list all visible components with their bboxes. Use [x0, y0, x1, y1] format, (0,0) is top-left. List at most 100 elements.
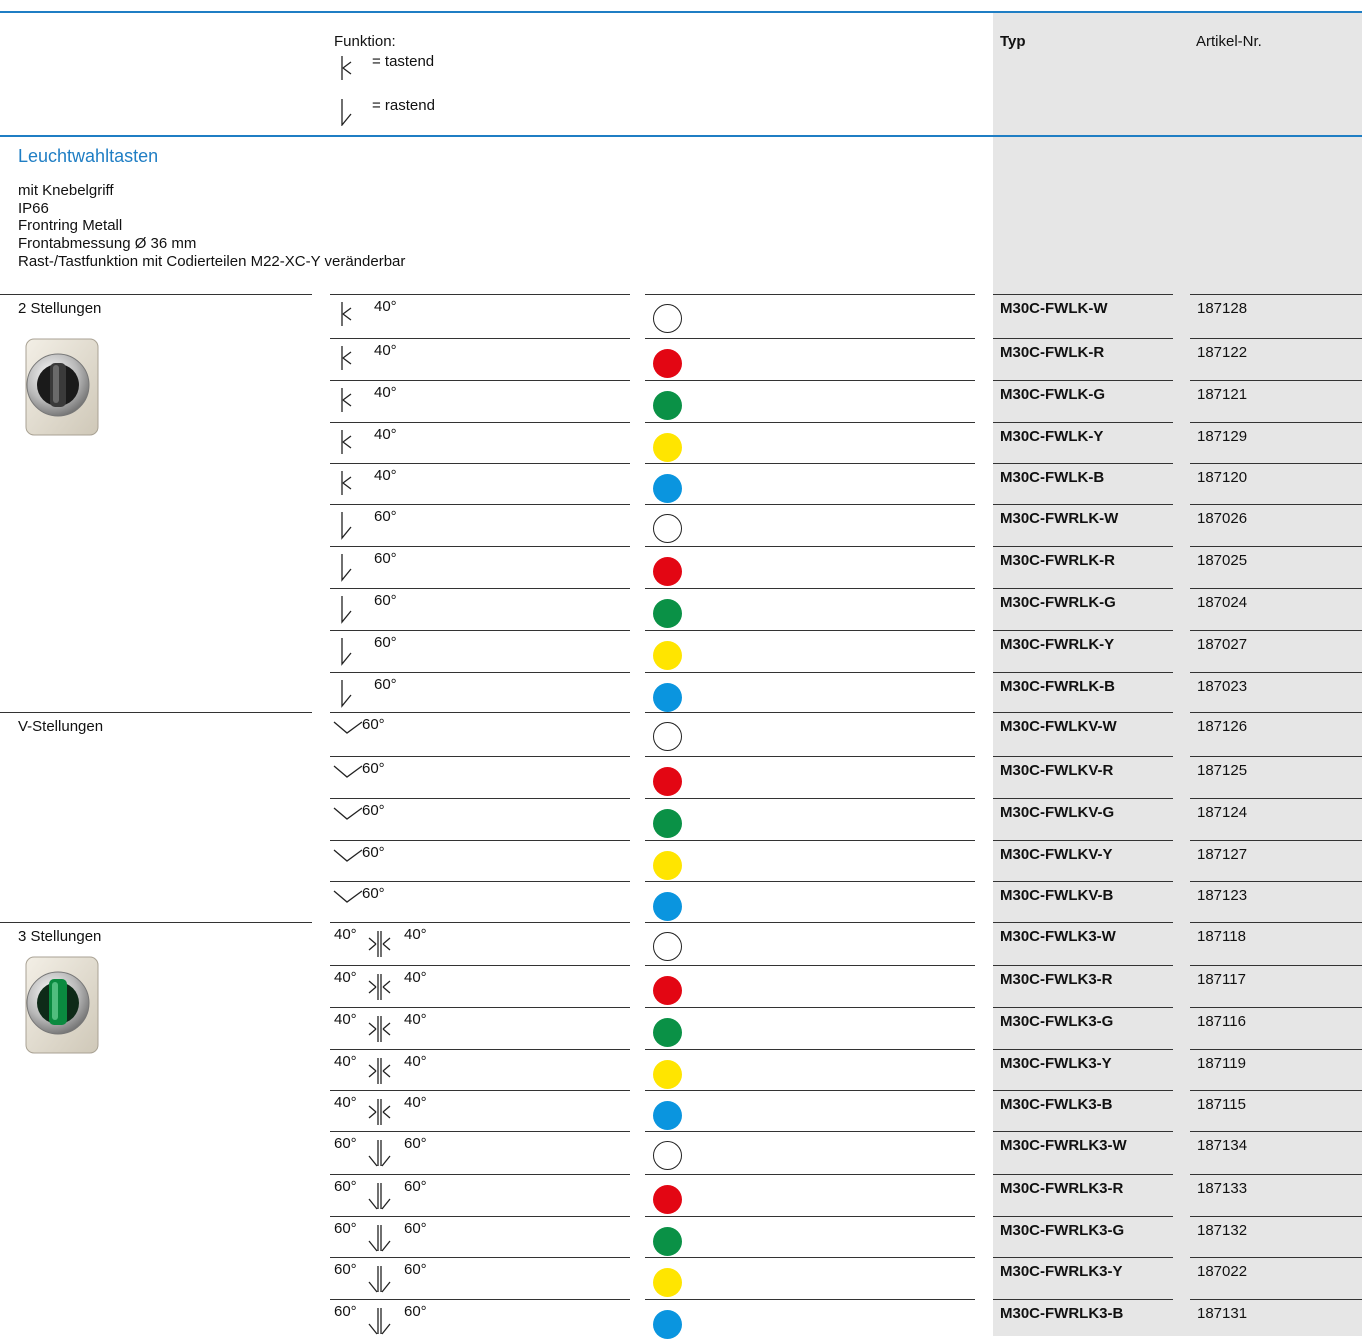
tast3-function-icon [368, 1058, 391, 1084]
artikel-cell: 187128 [1197, 300, 1248, 317]
artikel-cell: 187120 [1197, 469, 1248, 486]
yellow-indicator-dot [653, 851, 682, 880]
row-divider [993, 338, 1173, 339]
row-divider [1190, 712, 1362, 713]
row-divider [330, 422, 630, 423]
row-divider [993, 422, 1173, 423]
artikel-cell: 187133 [1197, 1180, 1248, 1197]
table-row: 60° M30C-FWLKV-G 187124 [0, 798, 1362, 838]
red-indicator-dot [653, 976, 682, 1005]
tastend-legend-icon [341, 56, 352, 80]
typ-cell: M30C-FWRLK-W [1000, 510, 1119, 527]
row-divider [645, 922, 975, 923]
row-divider [330, 798, 630, 799]
detail-line: mit Knebelgriff [18, 182, 114, 199]
row-divider [993, 463, 1173, 464]
artikel-cell: 187026 [1197, 510, 1248, 527]
typ-cell: M30C-FWLKV-R [1000, 762, 1114, 779]
table-row: 40° 40° M30C-FWLK3-R 187117 [0, 965, 1362, 1005]
row-divider [330, 756, 630, 757]
row-divider [330, 338, 630, 339]
row-divider [993, 1216, 1173, 1217]
table-row: 60° 60° M30C-FWRLK3-Y 187022 [0, 1257, 1362, 1297]
typ-cell: M30C-FWLK3-W [1000, 928, 1116, 945]
blue-indicator-dot [653, 474, 682, 503]
detail-line: Rast-/Tastfunktion mit Codierteilen M22-… [18, 253, 406, 270]
row-divider [645, 965, 975, 966]
typ-cell: M30C-FWLKV-B [1000, 887, 1114, 904]
row-divider [645, 504, 975, 505]
row-divider [993, 798, 1173, 799]
table-row: 60° 60° M30C-FWRLK3-W 187134 [0, 1131, 1362, 1171]
row-divider [993, 712, 1173, 713]
angle-label: 40° [374, 467, 397, 484]
angle-label: 60° [362, 802, 385, 819]
angle-label-right: 60° [404, 1178, 427, 1195]
row-divider [993, 1299, 1173, 1300]
yellow-indicator-dot [653, 1060, 682, 1089]
row-divider [330, 1174, 630, 1175]
typ-cell: M30C-FWLKV-Y [1000, 846, 1113, 863]
row-divider [645, 294, 975, 295]
rast3-function-icon [368, 1308, 391, 1335]
row-divider [330, 922, 630, 923]
artikel-cell: 187125 [1197, 762, 1248, 779]
artikel-cell: 187116 [1197, 1013, 1246, 1030]
angle-label-right: 60° [404, 1261, 427, 1278]
angle-label-left: 40° [334, 926, 357, 943]
row-divider [645, 840, 975, 841]
row-divider [1190, 756, 1362, 757]
typ-cell: M30C-FWRLK-G [1000, 594, 1116, 611]
row-divider [993, 1174, 1173, 1175]
row-divider [645, 881, 975, 882]
header-rule [0, 135, 1362, 137]
table-row: 60° M30C-FWLKV-R 187125 [0, 756, 1362, 796]
tast3-function-icon [368, 974, 391, 1000]
v-function-icon [333, 765, 363, 778]
blue-indicator-dot [653, 892, 682, 921]
rast3-function-icon [368, 1140, 391, 1167]
row-divider [1190, 422, 1362, 423]
row-divider [645, 546, 975, 547]
artikel-cell: 187025 [1197, 552, 1248, 569]
row-divider [993, 588, 1173, 589]
row-divider [1190, 380, 1362, 381]
typ-cell: M30C-FWLK-B [1000, 469, 1105, 486]
typ-cell: M30C-FWLK3-B [1000, 1096, 1113, 1113]
row-divider [1190, 588, 1362, 589]
rastend-label: = rastend [372, 97, 435, 114]
artikel-cell: 187127 [1197, 846, 1248, 863]
angle-label: 60° [374, 550, 397, 567]
artikel-cell: 187129 [1197, 428, 1248, 445]
row-divider [330, 1131, 630, 1132]
angle-label-left: 40° [334, 969, 357, 986]
row-divider [1190, 881, 1362, 882]
row-divider [330, 588, 630, 589]
row-divider [993, 380, 1173, 381]
row-divider [330, 1257, 630, 1258]
white-indicator-dot [653, 304, 682, 333]
row-divider [993, 1257, 1173, 1258]
rast3-function-icon [368, 1183, 391, 1210]
artikel-cell: 187131 [1197, 1305, 1248, 1322]
rastend-function-icon [341, 596, 352, 624]
row-divider [330, 630, 630, 631]
blue-indicator-dot [653, 683, 682, 712]
row-divider [645, 672, 975, 673]
table-row: 60° M30C-FWRLK-R 187025 [0, 546, 1362, 586]
typ-cell: M30C-FWLKV-W [1000, 718, 1117, 735]
row-divider [645, 1090, 975, 1091]
blue-indicator-dot [653, 1101, 682, 1130]
white-indicator-dot [653, 722, 682, 751]
typ-cell: M30C-FWLK3-G [1000, 1013, 1114, 1030]
typ-cell: M30C-FWRLK-Y [1000, 636, 1115, 653]
artikel-cell: 187024 [1197, 594, 1248, 611]
table-row: 60° M30C-FWRLK-G 187024 [0, 588, 1362, 628]
table-row: 40° 40° M30C-FWLK3-G 187116 [0, 1007, 1362, 1047]
tastend-function-icon [341, 346, 352, 370]
artikel-cell: 187023 [1197, 678, 1248, 695]
blue-indicator-dot [653, 1310, 682, 1339]
row-divider [993, 294, 1173, 295]
row-divider [645, 422, 975, 423]
table-row: 40° 40° M30C-FWLK3-Y 187119 [0, 1049, 1362, 1089]
